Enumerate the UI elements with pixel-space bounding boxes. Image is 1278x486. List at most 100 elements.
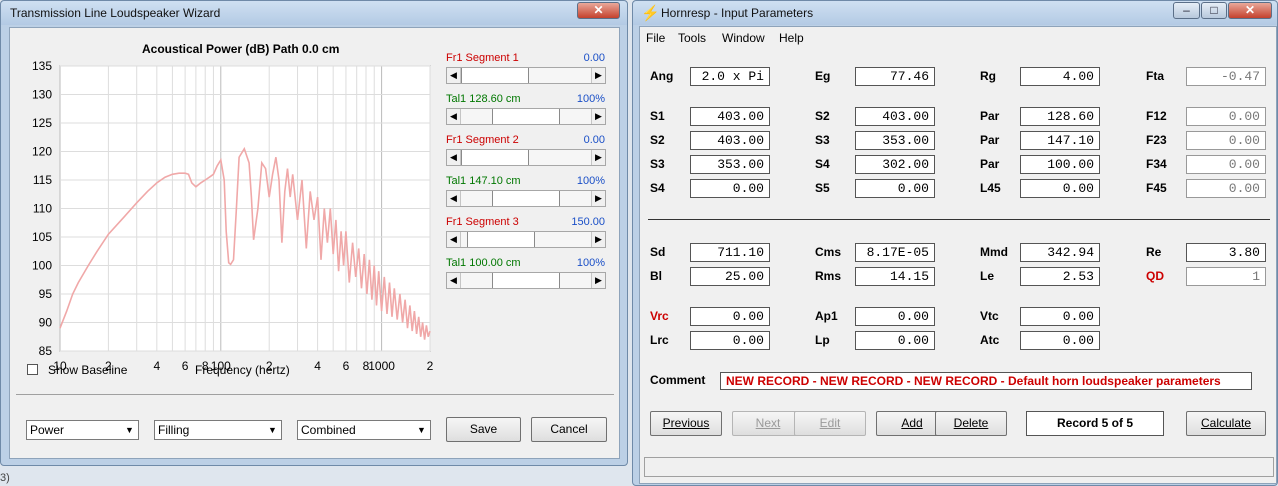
- param-field-l45[interactable]: 0.00: [1020, 179, 1100, 198]
- param-field-cms[interactable]: 8.17E-05: [855, 243, 935, 262]
- arrow-right-icon[interactable]: ▶: [591, 191, 605, 206]
- scroll-thumb[interactable]: [461, 150, 529, 165]
- param-field-rms[interactable]: 14.15: [855, 267, 935, 286]
- param-field-par[interactable]: 100.00: [1020, 155, 1100, 174]
- param-field-mmd[interactable]: 342.94: [1020, 243, 1100, 262]
- segment-value: 0.00: [583, 134, 605, 146]
- arrow-right-icon[interactable]: ▶: [591, 109, 605, 124]
- arrow-left-icon[interactable]: ◀: [447, 232, 461, 247]
- combined-select[interactable]: Combined ▼: [297, 420, 431, 440]
- param-field-par[interactable]: 128.60: [1020, 107, 1100, 126]
- wizard-titlebar[interactable]: Transmission Line Loudspeaker Wizard ✕: [1, 1, 627, 25]
- param-field-bl[interactable]: 25.00: [690, 267, 770, 286]
- arrow-left-icon[interactable]: ◀: [447, 273, 461, 288]
- param-field-vtc[interactable]: 0.00: [1020, 307, 1100, 326]
- param-field-lrc[interactable]: 0.00: [690, 331, 770, 350]
- arrow-right-icon[interactable]: ▶: [591, 232, 605, 247]
- param-label-f23: F23: [1146, 133, 1167, 147]
- maximize-icon[interactable]: □: [1201, 2, 1227, 19]
- param-label-f34: F34: [1146, 157, 1167, 171]
- param-field-re[interactable]: 3.80: [1186, 243, 1266, 262]
- arrow-right-icon[interactable]: ▶: [591, 150, 605, 165]
- arrow-left-icon[interactable]: ◀: [447, 150, 461, 165]
- arrow-left-icon[interactable]: ◀: [447, 191, 461, 206]
- param-field-sd[interactable]: 711.10: [690, 243, 770, 262]
- x-tick-label: 4: [153, 359, 160, 373]
- param-label-vrc: Vrc: [650, 309, 669, 323]
- cancel-button[interactable]: Cancel: [531, 417, 607, 442]
- param-field-s2[interactable]: 403.00: [855, 107, 935, 126]
- delete-button[interactable]: Delete: [935, 411, 1007, 436]
- scroll-thumb[interactable]: [492, 191, 561, 206]
- param-field-le[interactable]: 2.53: [1020, 267, 1100, 286]
- filling-select[interactable]: Filling ▼: [154, 420, 282, 440]
- arrow-left-icon[interactable]: ◀: [447, 109, 461, 124]
- param-label-rg: Rg: [980, 69, 996, 83]
- segment-scrollbar[interactable]: ◀ ▶: [446, 231, 606, 248]
- param-field-s4[interactable]: 302.00: [855, 155, 935, 174]
- power-select[interactable]: Power ▼: [26, 420, 139, 440]
- show-baseline-checkbox[interactable]: [27, 364, 38, 375]
- segment-scrollbar[interactable]: ◀ ▶: [446, 67, 606, 84]
- save-button[interactable]: Save: [446, 417, 521, 442]
- param-field-s3[interactable]: 353.00: [855, 131, 935, 150]
- scroll-thumb[interactable]: [492, 109, 561, 124]
- param-field-s1[interactable]: 403.00: [690, 107, 770, 126]
- menu-help[interactable]: Help: [779, 31, 804, 45]
- param-label-qd: QD: [1146, 269, 1164, 283]
- menu-window[interactable]: Window: [722, 31, 765, 45]
- arrow-left-icon[interactable]: ◀: [447, 68, 461, 83]
- segment-label: Fr1 Segment 2: [446, 134, 519, 146]
- menu-file[interactable]: File: [646, 31, 665, 45]
- param-field-f45[interactable]: 0.00: [1186, 179, 1266, 198]
- segment-scrollbar[interactable]: ◀ ▶: [446, 149, 606, 166]
- segment-scrollbar[interactable]: ◀ ▶: [446, 190, 606, 207]
- segment-scrollbar[interactable]: ◀ ▶: [446, 108, 606, 125]
- param-label-s4: S4: [650, 181, 665, 195]
- calculate-button[interactable]: Calculate: [1186, 411, 1266, 436]
- divider: [16, 394, 614, 395]
- previous-button[interactable]: Previous: [650, 411, 722, 436]
- param-field-vrc[interactable]: 0.00: [690, 307, 770, 326]
- show-baseline-label: Show Baseline: [48, 363, 128, 377]
- param-field-f34[interactable]: 0.00: [1186, 155, 1266, 174]
- chart-header: Acoustical Power (dB) Path 0.0 cm: [142, 42, 340, 56]
- arrow-right-icon[interactable]: ▶: [591, 273, 605, 288]
- hornresp-titlebar[interactable]: ⚡ Hornresp - Input Parameters – □ ✕: [633, 1, 1277, 25]
- param-field-par[interactable]: 147.10: [1020, 131, 1100, 150]
- param-field-s4[interactable]: 0.00: [690, 179, 770, 198]
- wizard-window: Transmission Line Loudspeaker Wizard ✕ A…: [0, 0, 628, 466]
- param-field-atc[interactable]: 0.00: [1020, 331, 1100, 350]
- y-tick-label: 115: [33, 173, 52, 187]
- param-field-rg[interactable]: 4.00: [1020, 67, 1100, 86]
- param-field-f23[interactable]: 0.00: [1186, 131, 1266, 150]
- comment-field[interactable]: NEW RECORD - NEW RECORD - NEW RECORD - D…: [720, 372, 1252, 390]
- param-field-s5[interactable]: 0.00: [855, 179, 935, 198]
- edit-button[interactable]: Edit: [794, 411, 866, 436]
- wizard-close-icon[interactable]: ✕: [577, 2, 620, 19]
- y-tick-label: 105: [32, 230, 52, 244]
- param-field-ap1[interactable]: 0.00: [855, 307, 935, 326]
- param-field-qd[interactable]: 1: [1186, 267, 1266, 286]
- close-icon[interactable]: ✕: [1228, 2, 1272, 19]
- param-field-ang[interactable]: 2.0 x Pi: [690, 67, 770, 86]
- segment-scrollbar[interactable]: ◀ ▶: [446, 272, 606, 289]
- menu-bar: File Tools Window Help: [640, 27, 1276, 47]
- param-field-eg[interactable]: 77.46: [855, 67, 935, 86]
- minimize-icon[interactable]: –: [1173, 2, 1200, 19]
- param-field-f12[interactable]: 0.00: [1186, 107, 1266, 126]
- arrow-right-icon[interactable]: ▶: [591, 68, 605, 83]
- param-field-fta[interactable]: -0.47: [1186, 67, 1266, 86]
- param-field-s2[interactable]: 403.00: [690, 131, 770, 150]
- menu-tools[interactable]: Tools: [678, 31, 706, 45]
- param-label-fta: Fta: [1146, 69, 1164, 83]
- param-field-s3[interactable]: 353.00: [690, 155, 770, 174]
- scroll-thumb[interactable]: [461, 68, 529, 83]
- scroll-thumb[interactable]: [467, 232, 536, 247]
- segment-label: Tal1 147.10 cm: [446, 175, 521, 187]
- x-tick-label: 6: [343, 359, 350, 373]
- wizard-title: Transmission Line Loudspeaker Wizard: [10, 6, 221, 20]
- param-field-lp[interactable]: 0.00: [855, 331, 935, 350]
- scroll-thumb[interactable]: [492, 273, 561, 288]
- param-label-par: Par: [980, 157, 1000, 171]
